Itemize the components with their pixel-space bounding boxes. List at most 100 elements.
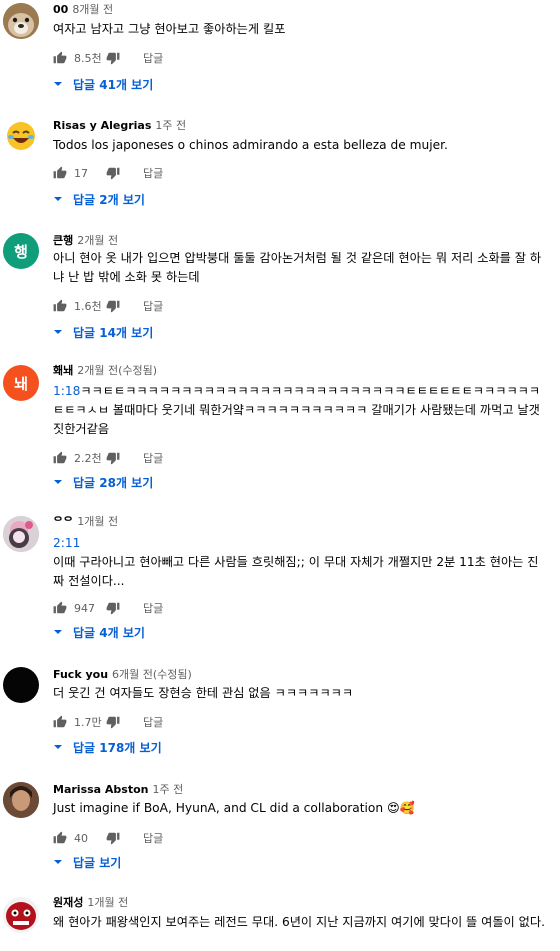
view-replies-button[interactable]: 답글 178개 보기 [53, 737, 162, 757]
person-photo-avatar-icon [3, 782, 39, 818]
thumbs-down-icon[interactable] [106, 299, 120, 313]
comment-header: Marissa Abston 1주 전 [53, 782, 183, 798]
mask-photo-avatar-icon [3, 897, 39, 933]
thumbs-up-icon[interactable] [53, 601, 67, 615]
comment-text: 아니 현아 옷 내가 입으면 압박붕대 둘둘 감아논거처럼 될 것 같은데 현아… [53, 251, 542, 284]
avatar[interactable] [3, 667, 39, 703]
character-photo-avatar-icon [3, 516, 39, 552]
comment-time[interactable]: 2개월 전(수정됨) [77, 364, 157, 377]
timestamp-link[interactable]: 2:11 [53, 534, 548, 553]
view-replies-button[interactable]: 답글 14개 보기 [53, 322, 153, 342]
comment-actions: 947 답글 [53, 598, 163, 618]
comment-header: 홰놰 2개월 전(수정됨) [53, 363, 157, 379]
comment-actions: 40 답글 [53, 828, 163, 848]
view-replies-button[interactable]: 답글 41개 보기 [53, 74, 153, 94]
laughing-emoji-avatar-icon [7, 122, 35, 150]
comment-header: 원재성 1개월 전 [53, 895, 128, 911]
comment-header: Fuck you 6개월 전(수정됨) [53, 667, 192, 683]
timestamp-link[interactable]: 1:18 [53, 384, 80, 398]
thumbs-down-icon[interactable] [106, 166, 120, 180]
comment-text: Just imagine if BoA, HyunA, and CL did a… [53, 801, 415, 815]
comment-time[interactable]: 2개월 전 [77, 234, 118, 247]
chevron-down-icon [54, 860, 62, 864]
comment-author[interactable]: Fuck you [53, 668, 108, 681]
comment-header: ᄋᄋ 1개월 전 [53, 514, 118, 530]
view-replies-label: 답글 41개 보기 [73, 77, 154, 92]
comment-time[interactable]: 1개월 전 [87, 896, 128, 909]
comment-author[interactable]: ᄋᄋ [53, 515, 73, 528]
comment-time[interactable]: 1개월 전 [77, 515, 118, 528]
avatar[interactable] [3, 118, 39, 154]
view-replies-button[interactable]: 답글 2개 보기 [53, 189, 145, 209]
view-replies-label: 답글 2개 보기 [73, 192, 145, 207]
avatar[interactable] [3, 516, 39, 552]
view-replies-button[interactable]: 답글 4개 보기 [53, 622, 145, 642]
chevron-down-icon [54, 82, 62, 86]
thumbs-up-icon[interactable] [53, 299, 67, 313]
comment-actions: 8.5천 답글 [53, 48, 163, 68]
reply-button[interactable]: 답글 [143, 450, 163, 466]
comment-time[interactable]: 8개월 전 [72, 3, 113, 16]
thumbs-down-icon[interactable] [106, 831, 120, 845]
avatar-initial: 놰 [14, 374, 28, 393]
reply-button[interactable]: 답글 [143, 714, 163, 730]
avatar[interactable] [3, 3, 39, 39]
comment-actions: 17 답글 [53, 163, 163, 183]
avatar[interactable] [3, 782, 39, 818]
avatar[interactable]: 행 [3, 233, 39, 269]
comment-text: 2:11 이때 구라아니고 현아빼고 다른 사람들 흐릿해짐;; 이 무대 자체가… [53, 534, 548, 591]
reply-button[interactable]: 답글 [143, 165, 163, 181]
comment-time[interactable]: 1주 전 [153, 783, 184, 796]
thumbs-up-icon[interactable] [53, 451, 67, 465]
thumbs-down-icon[interactable] [106, 451, 120, 465]
comment-author[interactable]: 원재성 [53, 896, 83, 909]
dog-photo-avatar-icon [3, 3, 39, 39]
view-replies-button[interactable]: 답글 보기 [53, 852, 121, 872]
comment-header: 큰행 2개월 전 [53, 233, 118, 249]
comment-text: 1:18ㅋㅋㅌㅌㅋㅋㅋㅋㅋㅋㅋㅋㅋㅋㅋㅋㅋㅋㅋㅋㅋㅋㅋㅋㅋㅋㅋㅋㅋㅌㅌㅌㅌㅌㅌㅋ… [53, 382, 548, 439]
thumbs-up-icon[interactable] [53, 166, 67, 180]
avatar[interactable]: 놰 [3, 365, 39, 401]
thumbs-down-icon[interactable] [106, 51, 120, 65]
avatar-initial: 행 [14, 242, 28, 261]
view-replies-label: 답글 4개 보기 [73, 625, 145, 640]
view-replies-button[interactable]: 답글 28개 보기 [53, 472, 153, 492]
thumbs-up-icon[interactable] [53, 831, 67, 845]
thumbs-up-icon[interactable] [53, 51, 67, 65]
comment-text: 더 웃긴 건 여자들도 장현승 한테 관심 없음 ㅋㅋㅋㅋㅋㅋㅋ [53, 686, 354, 700]
comment-author[interactable]: 홰놰 [53, 364, 73, 377]
comment-text: 왜 현아가 패왕색인지 보여주는 레전드 무대. 6년이 지난 지금까지 여기에… [53, 915, 545, 929]
thumbs-down-icon[interactable] [106, 601, 120, 615]
view-replies-label: 답글 보기 [73, 855, 122, 870]
thumbs-up-icon[interactable] [53, 715, 67, 729]
reply-button[interactable]: 답글 [143, 600, 163, 616]
view-replies-label: 답글 178개 보기 [73, 740, 162, 755]
like-count: 1.7만 [74, 716, 102, 729]
reply-button[interactable]: 답글 [143, 298, 163, 314]
comment-actions: 2.2천 답글 [53, 448, 163, 468]
view-replies-label: 답글 14개 보기 [73, 325, 154, 340]
comment-author[interactable]: Marissa Abston [53, 783, 149, 796]
comment-actions: 1.7만 답글 [53, 712, 163, 732]
comment-author[interactable]: Risas y Alegrias [53, 119, 151, 132]
like-count: 8.5천 [74, 52, 102, 65]
comment-author[interactable]: 큰행 [53, 234, 73, 247]
chevron-down-icon [54, 197, 62, 201]
comment-time[interactable]: 1주 전 [155, 119, 186, 132]
comment-author[interactable]: 00 [53, 3, 68, 16]
chevron-down-icon [54, 480, 62, 484]
like-count: 2.2천 [74, 452, 102, 465]
avatar[interactable] [3, 897, 39, 933]
comment-text: 여자고 남자고 그냥 현아보고 좋아하는게 킬포 [53, 22, 286, 36]
chevron-down-icon [54, 745, 62, 749]
comment-text-content: ㅋㅋㅌㅌㅋㅋㅋㅋㅋㅋㅋㅋㅋㅋㅋㅋㅋㅋㅋㅋㅋㅋㅋㅋㅋㅋㅋㅋㅋㅌㅌㅌㅌㅌㅌㅋㅋㅋㅋㅋ… [53, 384, 541, 436]
comment-header: 00 8개월 전 [53, 2, 113, 18]
like-count: 947 [74, 601, 95, 615]
like-count: 1.6천 [74, 300, 102, 313]
chevron-down-icon [54, 330, 62, 334]
reply-button[interactable]: 답글 [143, 50, 163, 66]
comment-time[interactable]: 6개월 전(수정됨) [112, 668, 192, 681]
comment-header: Risas y Alegrias 1주 전 [53, 118, 186, 134]
reply-button[interactable]: 답글 [143, 830, 163, 846]
thumbs-down-icon[interactable] [106, 715, 120, 729]
